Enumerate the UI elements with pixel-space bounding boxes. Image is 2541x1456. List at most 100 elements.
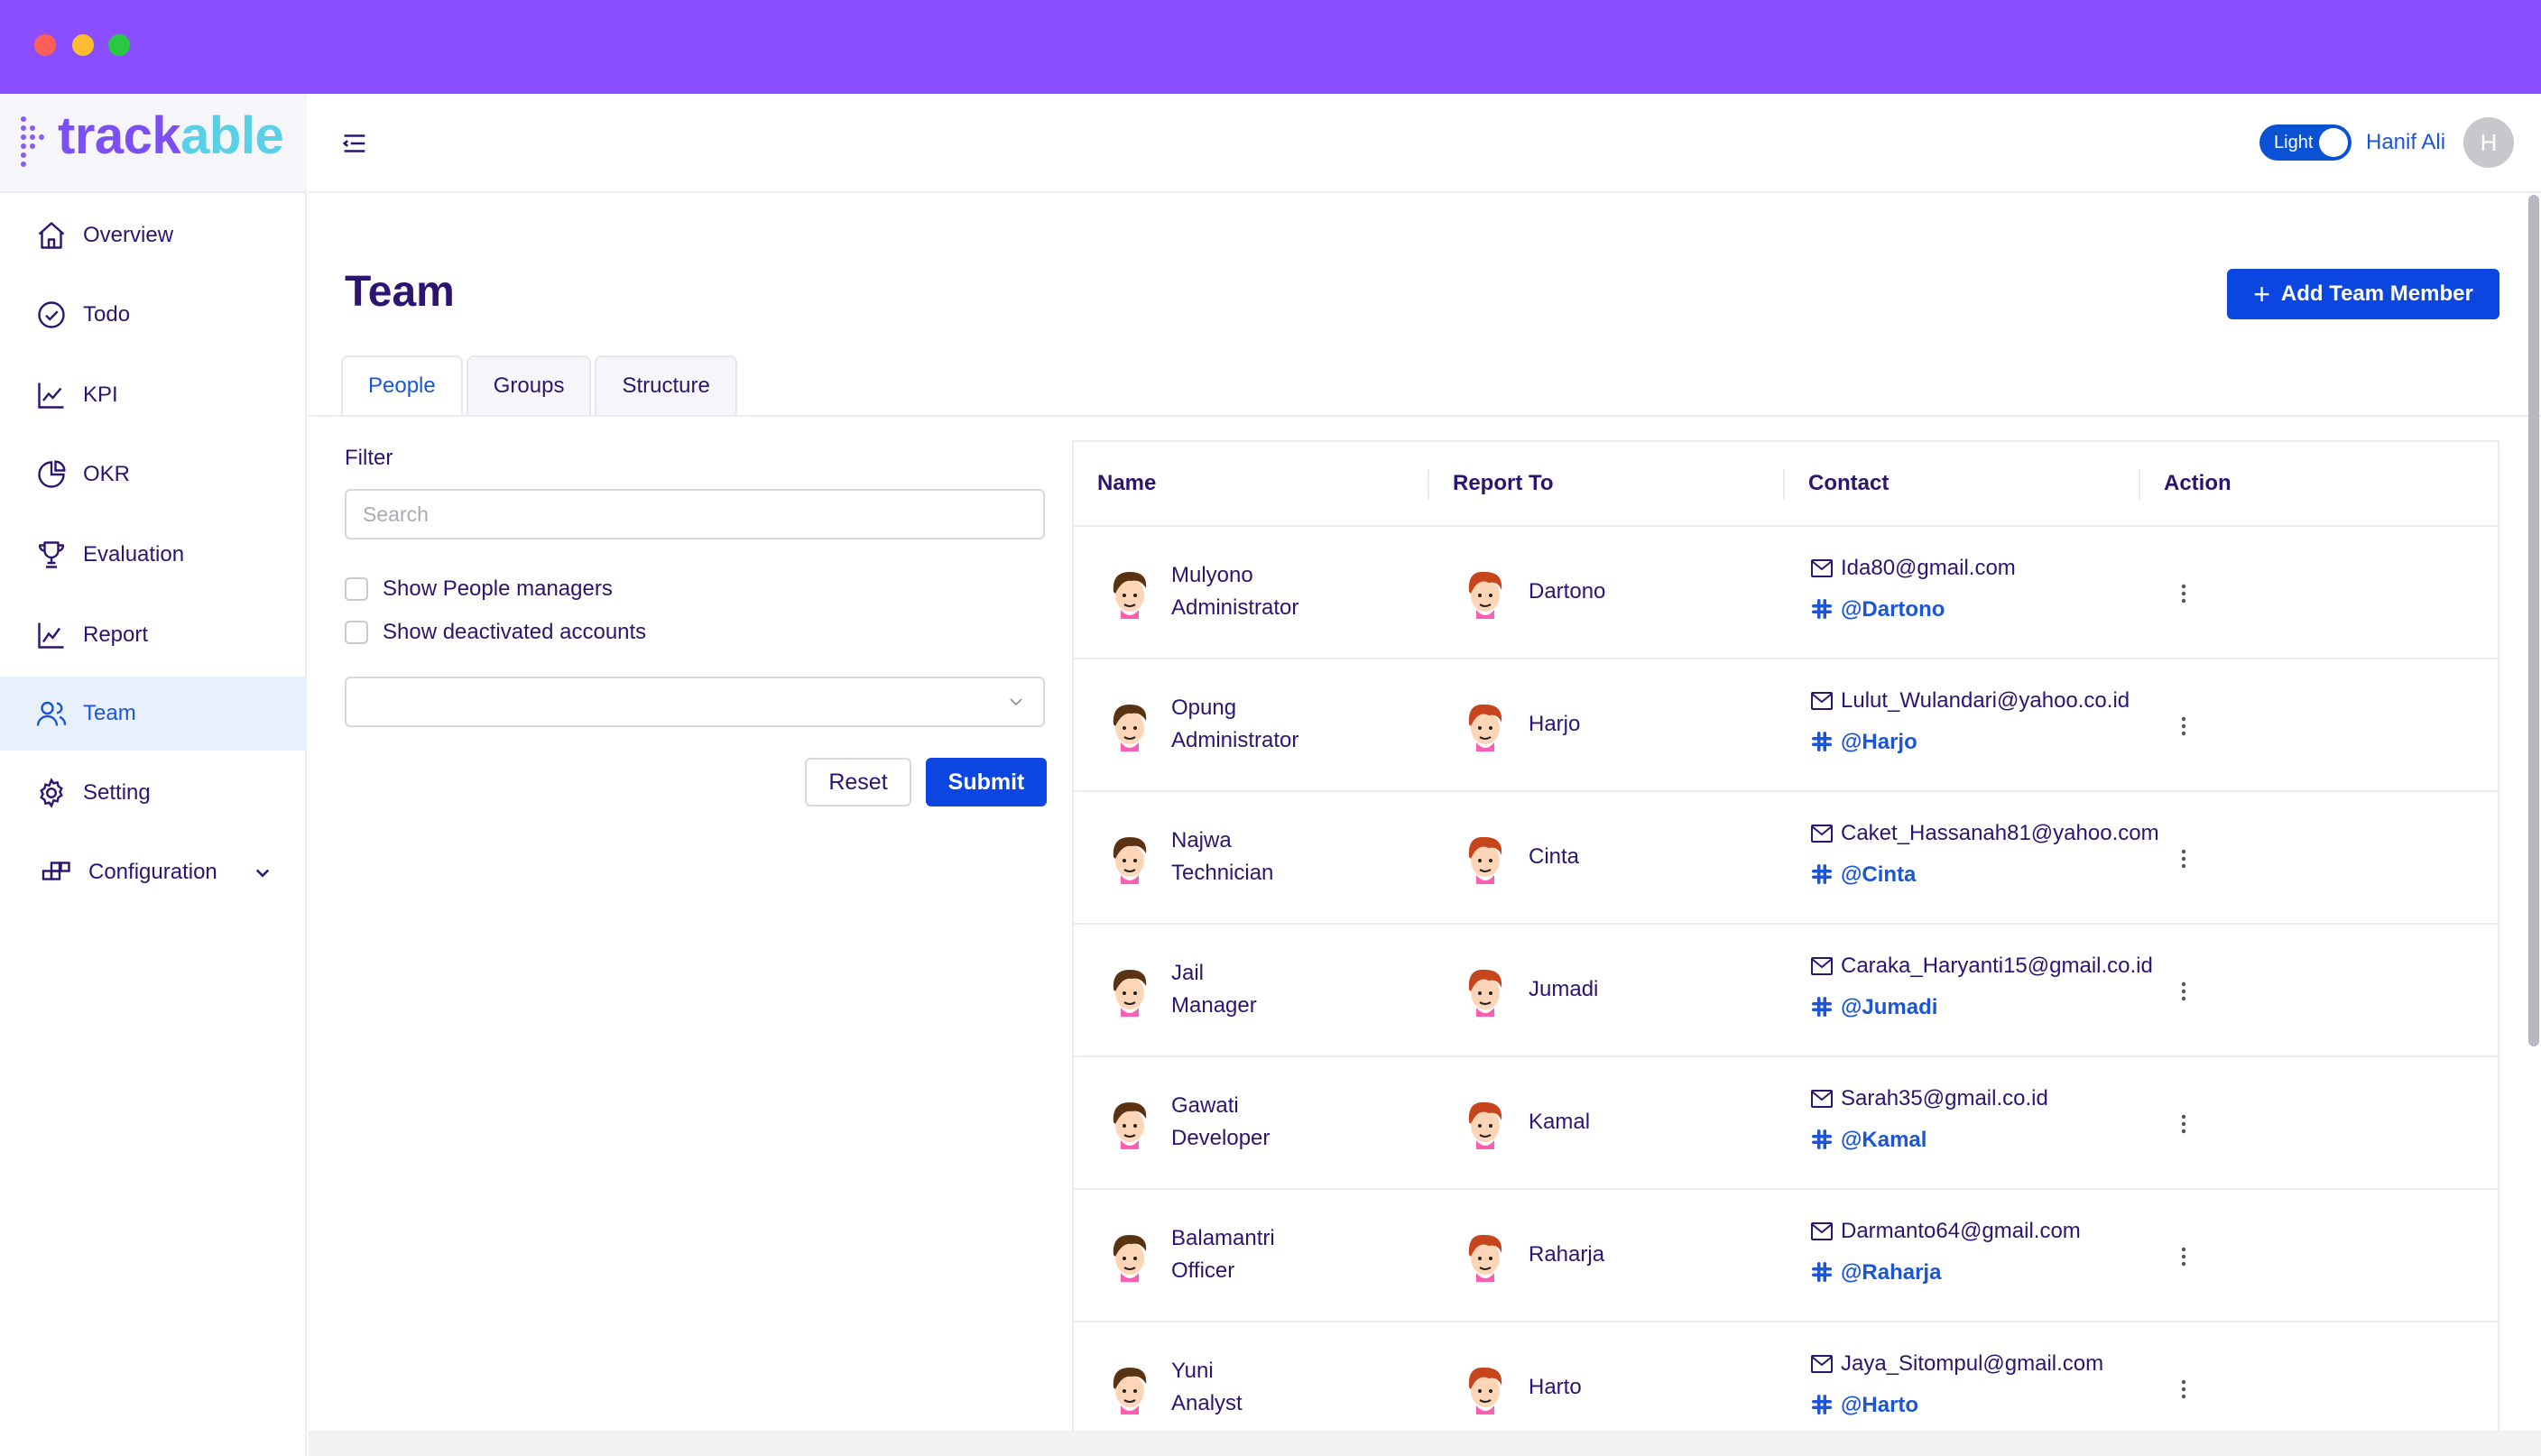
add-team-member-button[interactable]: + Add Team Member <box>2227 269 2499 319</box>
checkbox-box[interactable] <box>345 577 368 601</box>
pie-chart-icon <box>34 457 69 492</box>
column-header-contact[interactable]: Contact <box>1808 442 1889 525</box>
sidebar-item-label: OKR <box>83 462 131 486</box>
row-actions-kebab-icon[interactable] <box>2171 576 2196 612</box>
member-role: Administrator <box>1171 595 1299 620</box>
table-row[interactable]: Opung Administrator Harjo Lulut_Wulandar… <box>1074 659 2498 792</box>
table-row[interactable]: Gawati Developer Kamal Sarah35@gmail.co.… <box>1074 1057 2498 1190</box>
report-chart-icon <box>34 618 69 652</box>
contact-slack-handle[interactable]: @Dartono <box>1841 597 1945 622</box>
report-to-name: Harjo <box>1529 712 1581 736</box>
sidebar-item-configuration[interactable]: Configuration <box>0 835 307 909</box>
show-people-managers-checkbox[interactable]: Show People managers <box>345 574 613 604</box>
row-actions-kebab-icon[interactable] <box>2171 841 2196 877</box>
sidebar-item-label: Setting <box>83 780 151 805</box>
slack-icon <box>1812 997 1832 1017</box>
report-to-name: Kamal <box>1529 1110 1591 1134</box>
show-deactivated-accounts-checkbox[interactable]: Show deactivated accounts <box>345 617 646 648</box>
column-header-action: Action <box>2164 471 2231 495</box>
table-row[interactable]: Mulyono Administrator Dartono Ida80@gmai… <box>1074 527 2498 659</box>
column-header-report-to[interactable]: Report To <box>1453 442 1554 525</box>
manager-avatar-icon <box>1468 571 1502 619</box>
search-input[interactable] <box>345 489 1045 539</box>
contact-email[interactable]: Caket_Hassanah81@yahoo.com <box>1841 821 2159 846</box>
maximize-window-button[interactable] <box>108 34 130 56</box>
add-team-member-label: Add Team Member <box>2280 281 2473 306</box>
sidebar-item-overview[interactable]: Overview <box>0 198 307 272</box>
sidebar-item-kpi[interactable]: KPI <box>0 358 307 432</box>
theme-toggle[interactable]: Light <box>2259 124 2352 161</box>
member-avatar-icon <box>1113 970 1147 1017</box>
member-name-cell[interactable]: Jail Manager <box>1171 957 1257 1022</box>
contact-slack-handle[interactable]: @Kamal <box>1841 1128 1927 1153</box>
member-role: Technician <box>1171 861 1274 885</box>
contact-slack-handle[interactable]: @Raharja <box>1841 1260 1941 1286</box>
avatar[interactable]: H <box>2463 117 2514 168</box>
table-header: Name Report To Contact Action <box>1074 442 2498 527</box>
menu-collapse-icon[interactable] <box>339 128 370 159</box>
member-name-cell[interactable]: Najwa Technician <box>1171 825 1273 889</box>
sidebar-item-okr[interactable]: OKR <box>0 438 307 511</box>
contact-email[interactable]: Sarah35@gmail.co.id <box>1841 1086 2048 1111</box>
slack-icon <box>1812 864 1832 884</box>
member-name: Najwa <box>1171 828 1232 852</box>
row-actions-kebab-icon[interactable] <box>2171 1106 2196 1142</box>
member-name-cell[interactable]: Balamantri Officer <box>1171 1222 1275 1287</box>
table-row[interactable]: Balamantri Officer Raharja Darmanto64@gm… <box>1074 1190 2498 1322</box>
member-name: Opung <box>1171 696 1237 720</box>
check-circle-icon <box>34 298 69 332</box>
member-name-cell[interactable]: Yuni Analyst <box>1171 1355 1243 1420</box>
report-to-name: Raharja <box>1529 1242 1605 1267</box>
vertical-scrollbar[interactable] <box>2528 195 2539 1046</box>
team-icon <box>34 696 69 731</box>
sidebar-item-team[interactable]: Team <box>0 677 307 751</box>
contact-email[interactable]: Jaya_Sitompul@gmail.com <box>1841 1351 2103 1377</box>
row-actions-kebab-icon[interactable] <box>2171 708 2196 744</box>
contact-email[interactable]: Ida80@gmail.com <box>1841 556 2016 581</box>
row-actions-kebab-icon[interactable] <box>2171 973 2196 1009</box>
logo[interactable]: trackable <box>0 94 307 193</box>
reset-button[interactable]: Reset <box>805 758 911 806</box>
checkbox-box[interactable] <box>345 621 368 644</box>
close-window-button[interactable] <box>34 34 56 56</box>
member-role: Developer <box>1171 1126 1270 1150</box>
member-avatar-icon <box>1113 1368 1147 1415</box>
chevron-down-icon[interactable] <box>249 859 276 886</box>
tab-people[interactable]: People <box>341 355 463 415</box>
member-name-cell[interactable]: Opung Administrator <box>1171 692 1298 757</box>
contact-email[interactable]: Caraka_Haryanti15@gmail.co.id <box>1841 954 2153 979</box>
mail-icon <box>1811 1355 1833 1373</box>
contact-slack-handle[interactable]: @Cinta <box>1841 862 1916 888</box>
row-actions-kebab-icon[interactable] <box>2171 1239 2196 1275</box>
line-chart-icon <box>34 378 69 412</box>
member-name: Gawati <box>1171 1093 1239 1118</box>
contact-slack-handle[interactable]: @Harjo <box>1841 730 1917 755</box>
column-divider <box>1783 469 1785 500</box>
row-actions-kebab-icon[interactable] <box>2171 1371 2196 1407</box>
filter-select[interactable] <box>345 677 1045 727</box>
sidebar-item-label: Evaluation <box>83 542 185 567</box>
sidebar-item-setting[interactable]: Setting <box>0 756 307 830</box>
column-header-name[interactable]: Name <box>1097 442 1156 525</box>
sidebar-item-report[interactable]: Report <box>0 598 307 672</box>
horizontal-scrollbar-track[interactable] <box>309 1431 2541 1456</box>
contact-email[interactable]: Lulut_Wulandari@yahoo.co.id <box>1841 688 2130 714</box>
tab-groups[interactable]: Groups <box>466 355 592 415</box>
tab-structure[interactable]: Structure <box>595 355 737 415</box>
table-row[interactable]: Jail Manager Jumadi Caraka_Haryanti15@gm… <box>1074 925 2498 1057</box>
user-name[interactable]: Hanif Ali <box>2366 130 2445 155</box>
sidebar-item-evaluation[interactable]: Evaluation <box>0 518 307 592</box>
minimize-window-button[interactable] <box>72 34 94 56</box>
sidebar-item-todo[interactable]: Todo <box>0 278 307 352</box>
member-name-cell[interactable]: Gawati Developer <box>1171 1090 1270 1155</box>
contact-slack-handle[interactable]: @Jumadi <box>1841 995 1937 1020</box>
manager-avatar-icon <box>1468 1101 1502 1149</box>
mail-icon <box>1811 1222 1833 1240</box>
submit-button[interactable]: Submit <box>926 758 1047 806</box>
contact-email[interactable]: Darmanto64@gmail.com <box>1841 1219 2081 1244</box>
member-avatar-icon <box>1113 837 1147 884</box>
contact-slack-handle[interactable]: @Harto <box>1841 1393 1918 1418</box>
table-row[interactable]: Najwa Technician Cinta Caket_Hassanah81@… <box>1074 792 2498 925</box>
member-name-cell[interactable]: Mulyono Administrator <box>1171 559 1298 624</box>
sidebar: trackable Overview Todo KPI OKR Evaluati… <box>0 94 307 1456</box>
